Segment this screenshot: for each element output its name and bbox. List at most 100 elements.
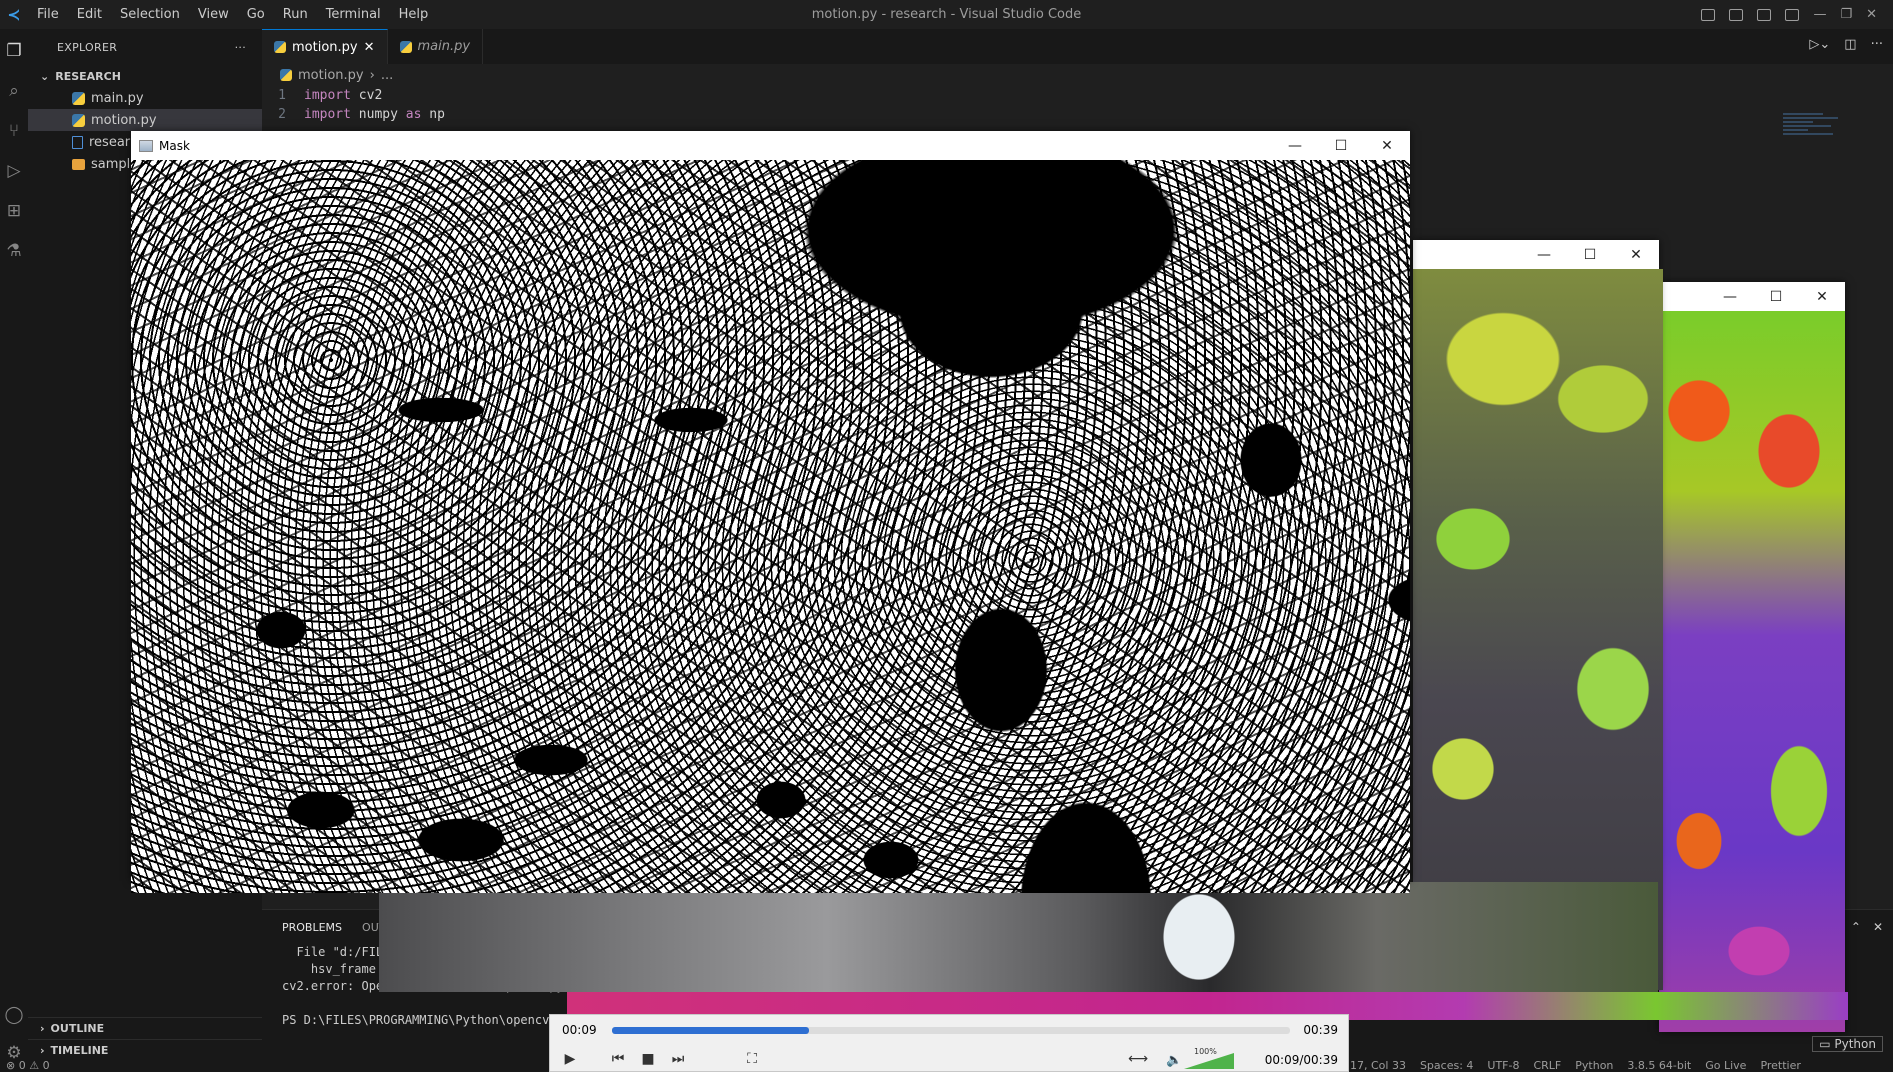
minimize-icon[interactable]: — (1521, 240, 1567, 269)
maximize-icon[interactable]: ☐ (1567, 240, 1613, 269)
menu-run[interactable]: Run (274, 0, 317, 29)
menu-edit[interactable]: Edit (68, 0, 111, 29)
title-controls: — ❐ ✕ (1701, 0, 1893, 29)
loop-icon[interactable]: ⟷ (1126, 1049, 1150, 1069)
maximize-panel-icon[interactable]: ⌃ (1851, 920, 1861, 934)
toggle-secondary-sidebar-icon[interactable] (1757, 8, 1772, 21)
video-file-icon (72, 158, 85, 170)
hsv-window-controls: — ☐ ✕ (1707, 282, 1845, 311)
minimize-icon[interactable]: — (1272, 131, 1318, 160)
python-file-icon (274, 41, 286, 53)
seek-bar[interactable] (612, 1027, 1290, 1034)
restore-window-icon[interactable]: ❐ (1840, 7, 1852, 22)
duration-time: 00:39 (1303, 1023, 1338, 1037)
minimize-icon[interactable]: — (1707, 282, 1753, 311)
encoding[interactable]: UTF-8 (1487, 1059, 1519, 1072)
explorer-more-icon[interactable]: ··· (235, 41, 246, 54)
status-right-items: 17, Col 33 Spaces: 4 UTF-8 CRLF Python 3… (1350, 1059, 1801, 1072)
close-panel-icon[interactable]: ✕ (1873, 920, 1883, 934)
minimize-window-icon[interactable]: — (1813, 7, 1826, 22)
file-label: resear (89, 134, 131, 150)
menu-file[interactable]: File (28, 0, 68, 29)
menu-go[interactable]: Go (238, 0, 274, 29)
maximize-icon[interactable]: ☐ (1753, 282, 1799, 311)
close-tab-icon[interactable]: ✕ (364, 40, 375, 55)
panel-controls: ⌃ ✕ (1851, 920, 1883, 934)
code-text: cv2 (350, 88, 383, 103)
source-control-icon[interactable]: ⑂ (4, 121, 24, 141)
breadcrumb-file[interactable]: motion.py (298, 68, 364, 83)
interpreter[interactable]: 3.8.5 64-bit (1627, 1059, 1691, 1072)
tab-motion-py[interactable]: motion.py ✕ (262, 29, 388, 64)
chevron-right-icon: › (40, 1022, 45, 1035)
explorer-header: EXPLORER ··· (28, 29, 262, 65)
indentation[interactable]: Spaces: 4 (1420, 1059, 1473, 1072)
timeline-section[interactable]: › TIMELINE (28, 1039, 262, 1061)
tab-main-py[interactable]: main.py (388, 29, 484, 64)
outline-section[interactable]: › OUTLINE (28, 1017, 262, 1039)
video-player-surface[interactable] (379, 882, 1658, 992)
play-icon[interactable]: ▶ (558, 1049, 582, 1069)
python-file-icon (72, 91, 85, 105)
testing-icon[interactable]: ⚗ (4, 241, 24, 261)
run-file-icon[interactable]: ▷⌄ (1809, 37, 1830, 52)
text-file-icon (72, 135, 83, 149)
python-file-icon (280, 69, 292, 81)
next-icon[interactable]: ⏭ (666, 1049, 690, 1069)
toggle-panel-icon[interactable] (1729, 8, 1744, 21)
previous-icon[interactable]: ⏮ (606, 1049, 630, 1069)
close-icon[interactable]: ✕ (1799, 282, 1845, 311)
menu-selection[interactable]: Selection (111, 0, 189, 29)
python-terminal-badge[interactable]: ▭ Python (1812, 1036, 1883, 1052)
code-text: numpy (350, 107, 406, 122)
run-debug-icon[interactable]: ▷ (4, 161, 24, 181)
explorer-icon[interactable]: ❐ (4, 41, 24, 61)
maximize-icon[interactable]: ☐ (1318, 131, 1364, 160)
file-item-motion[interactable]: motion.py (28, 109, 262, 131)
close-icon[interactable]: ✕ (1364, 131, 1410, 160)
volume-slider-icon (1184, 1053, 1234, 1069)
close-window-icon[interactable]: ✕ (1866, 7, 1877, 22)
vscode-logo-icon: ≺ (7, 5, 21, 24)
mask-image (131, 160, 1410, 893)
stop-icon[interactable]: ■ (636, 1049, 660, 1069)
minimap[interactable] (1783, 113, 1853, 153)
language-mode[interactable]: Python (1575, 1059, 1613, 1072)
breadcrumb: motion.py › ... (262, 64, 1893, 86)
cursor-position[interactable]: 17, Col 33 (1350, 1059, 1406, 1072)
mask-window-titlebar[interactable]: Mask — ☐ ✕ (131, 131, 1410, 160)
search-icon[interactable]: ⌕ (4, 81, 24, 101)
account-icon[interactable]: ◯ (4, 1005, 24, 1025)
menu-view[interactable]: View (189, 0, 238, 29)
window-app-icon (139, 139, 153, 152)
close-icon[interactable]: ✕ (1613, 240, 1659, 269)
code-line[interactable]: 1 import cv2 (262, 86, 1893, 105)
prettier[interactable]: Prettier (1760, 1059, 1800, 1072)
line-ending[interactable]: CRLF (1533, 1059, 1561, 1072)
menu-help[interactable]: Help (390, 0, 438, 29)
code-line[interactable]: 2 import numpy as np (262, 105, 1893, 124)
toggle-sidebar-icon[interactable] (1701, 8, 1716, 21)
title-bar: ≺ File Edit Selection View Go Run Termin… (0, 0, 1893, 29)
fullscreen-icon[interactable]: ⛶ (740, 1049, 764, 1069)
customize-layout-icon[interactable] (1785, 8, 1800, 21)
frame-window-titlebar[interactable]: — ☐ ✕ (1413, 240, 1659, 269)
more-actions-icon[interactable]: ··· (1871, 37, 1883, 52)
file-item-main[interactable]: main.py (28, 87, 262, 109)
go-live[interactable]: Go Live (1705, 1059, 1746, 1072)
hsv-frame-image (1659, 311, 1845, 1032)
problems-count[interactable]: ⊗ 0 ⚠ 0 (6, 1059, 50, 1072)
frame-window: — ☐ ✕ (1413, 240, 1663, 990)
folder-research[interactable]: ⌄ RESEARCH (28, 65, 262, 87)
editor-tabs: motion.py ✕ main.py (262, 29, 1893, 64)
mask-window: Mask — ☐ ✕ (131, 131, 1410, 893)
tab-problems[interactable]: PROBLEMS (282, 921, 342, 934)
line-number: 2 (278, 107, 286, 122)
menu-terminal[interactable]: Terminal (317, 0, 390, 29)
split-editor-icon[interactable]: ◫ (1844, 37, 1856, 52)
volume-control[interactable]: 🔈 100% (1166, 1047, 1236, 1071)
extensions-icon[interactable]: ⊞ (4, 201, 24, 221)
breadcrumb-symbol[interactable]: ... (381, 68, 393, 83)
hsv-window-titlebar[interactable]: — ☐ ✕ (1659, 282, 1845, 311)
code-keyword: as (405, 107, 422, 122)
